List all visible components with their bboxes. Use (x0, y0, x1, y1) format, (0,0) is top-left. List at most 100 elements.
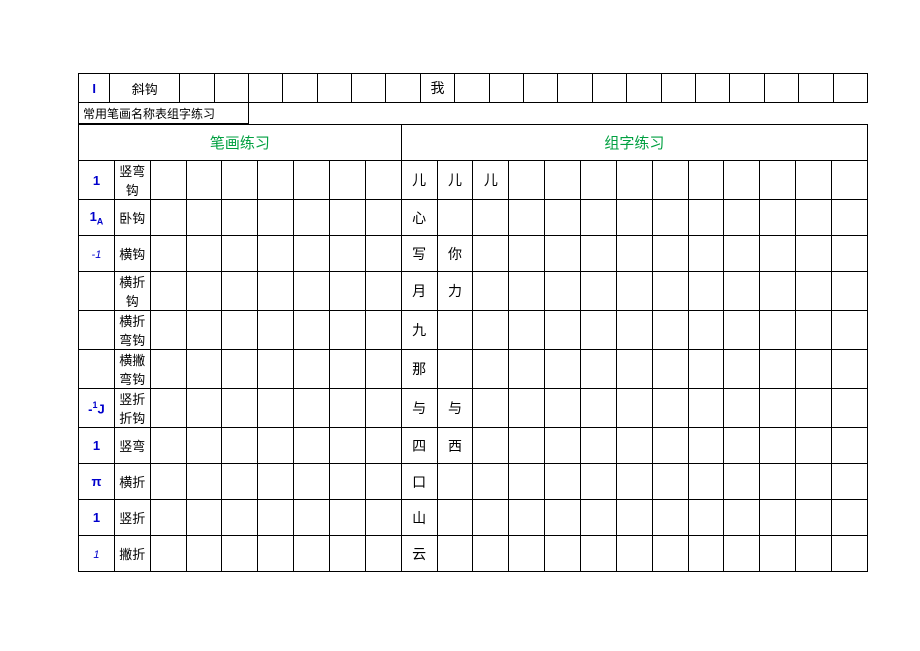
char-practice-cell (724, 536, 760, 572)
stroke-practice-cell (294, 350, 330, 389)
char-practice-cell (545, 200, 581, 236)
stroke-practice-cell (186, 311, 222, 350)
stroke-name: 横撇弯钩 (114, 350, 150, 389)
stroke-practice-cell (294, 161, 330, 200)
char-practice-cell (652, 500, 688, 536)
stroke-practice-cell (294, 236, 330, 272)
stroke-name: 竖折折钩 (114, 389, 150, 428)
practice-cell (455, 74, 489, 103)
char-example: 儿 (401, 161, 437, 200)
char-practice-cell (473, 389, 509, 428)
stroke-practice-cell (365, 500, 401, 536)
char-example: 云 (401, 536, 437, 572)
char-practice-cell (652, 389, 688, 428)
char-practice-cell (473, 464, 509, 500)
main-practice-table: 笔画练习 组字练习 1竖弯钩儿儿儿1A卧钩心-1横钩写你横折钩月力横折弯钩九横撇… (78, 124, 868, 572)
char-practice-cell (581, 536, 617, 572)
char-practice-cell (724, 350, 760, 389)
stroke-practice-cell (222, 500, 258, 536)
char-practice-cell (509, 161, 545, 200)
char-practice-cell (652, 161, 688, 200)
char-practice-cell (796, 272, 832, 311)
char-practice-cell (581, 161, 617, 200)
char-practice-cell (616, 428, 652, 464)
char-example: 与 (401, 389, 437, 428)
table-row: π横折口 (79, 464, 868, 500)
practice-cell (283, 74, 317, 103)
char-practice-cell (652, 272, 688, 311)
char-practice-cell (652, 200, 688, 236)
char-practice-cell (581, 389, 617, 428)
practice-cell (180, 74, 214, 103)
practice-cell (592, 74, 626, 103)
char-practice-cell (724, 200, 760, 236)
stroke-name: 撇折 (114, 536, 150, 572)
char-example: 山 (401, 500, 437, 536)
char-practice-cell (509, 536, 545, 572)
subtitle-text: 常用笔画名称表组字练习 (79, 103, 249, 124)
practice-cell (524, 74, 558, 103)
stroke-practice-cell (186, 464, 222, 500)
char-practice-cell (760, 428, 796, 464)
practice-cell (489, 74, 523, 103)
stroke-practice-cell (186, 161, 222, 200)
char-practice-cell (545, 350, 581, 389)
char-practice-cell (688, 536, 724, 572)
char-practice-cell (473, 536, 509, 572)
char-practice-cell (509, 236, 545, 272)
char-practice-cell (832, 464, 868, 500)
practice-cell (558, 74, 592, 103)
header-row: 笔画练习 组字练习 (79, 125, 868, 161)
stroke-practice-cell (294, 389, 330, 428)
stroke-practice-cell (330, 311, 366, 350)
stroke-symbol (79, 350, 115, 389)
char-practice-cell (581, 464, 617, 500)
stroke-practice-cell (150, 311, 186, 350)
char-practice-cell (652, 236, 688, 272)
stroke-practice-cell (222, 536, 258, 572)
stroke-practice-cell (330, 500, 366, 536)
char-example: 你 (437, 236, 473, 272)
char-practice-cell (796, 500, 832, 536)
char-practice-cell (545, 428, 581, 464)
char-practice-cell (581, 500, 617, 536)
char-example: 我 (420, 74, 454, 103)
char-practice-cell (509, 500, 545, 536)
char-practice-cell (724, 272, 760, 311)
stroke-name: 横折钩 (114, 272, 150, 311)
stroke-name: 卧钩 (114, 200, 150, 236)
stroke-practice-cell (330, 161, 366, 200)
char-practice-cell (581, 428, 617, 464)
stroke-practice-cell (186, 272, 222, 311)
char-practice-cell (652, 350, 688, 389)
char-practice-cell (545, 536, 581, 572)
char-practice-cell (760, 389, 796, 428)
char-practice-cell (473, 350, 509, 389)
stroke-practice-cell (222, 236, 258, 272)
stroke-practice-cell (294, 536, 330, 572)
char-example: 那 (401, 350, 437, 389)
stroke-practice-cell (186, 350, 222, 389)
stroke-practice-cell (186, 500, 222, 536)
char-practice-cell (473, 500, 509, 536)
char-practice-cell (581, 311, 617, 350)
stroke-practice-cell (330, 236, 366, 272)
stroke-symbol: 1A (79, 200, 115, 236)
table-row: -1J竖折折钩与与 (79, 389, 868, 428)
practice-cell (661, 74, 695, 103)
char-example: 写 (401, 236, 437, 272)
stroke-practice-cell (365, 389, 401, 428)
stroke-practice-cell (294, 500, 330, 536)
char-practice-cell (616, 236, 652, 272)
char-practice-cell (796, 464, 832, 500)
char-practice-cell (652, 464, 688, 500)
char-practice-cell (509, 389, 545, 428)
char-practice-cell (796, 200, 832, 236)
stroke-symbol: 1 (79, 428, 115, 464)
stroke-symbol (79, 272, 115, 311)
stroke-practice-cell (186, 236, 222, 272)
stroke-practice-cell (150, 200, 186, 236)
char-example: 口 (401, 464, 437, 500)
char-practice-cell (473, 200, 509, 236)
char-practice-cell (616, 200, 652, 236)
